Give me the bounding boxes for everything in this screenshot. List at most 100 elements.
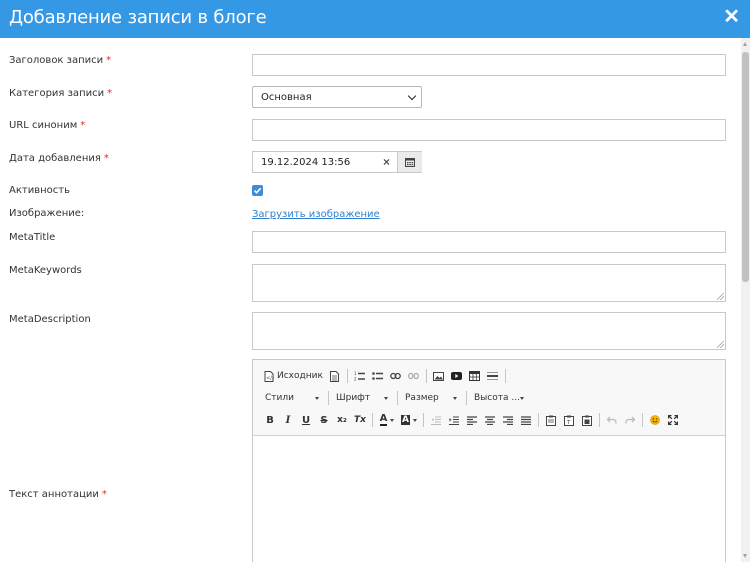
align-center-button[interactable] [481,411,499,429]
svg-text:2: 2 [354,377,357,382]
svg-text:</>: </> [266,375,274,381]
chevron-down-icon [384,397,388,400]
outdent-button[interactable] [427,411,445,429]
link-button[interactable] [387,367,405,385]
meta-description-textarea[interactable] [252,312,726,350]
dialog-body: Заголовок записи * Категория записи * Осно… [0,38,741,562]
date-field[interactable]: 19.12.2024 13:56 × [252,151,422,173]
url-label-text: URL синоним [9,120,78,131]
required-mark: * [107,88,113,99]
meta-title-input[interactable] [252,231,726,253]
annotation-label-text: Текст аннотации [9,489,99,500]
emoji-button[interactable] [646,411,664,429]
youtube-button[interactable] [448,367,466,385]
align-right-button[interactable] [499,411,517,429]
align-left-icon [467,415,477,425]
paste-word-button[interactable] [578,411,596,429]
toolbar-separator [346,369,348,383]
meta-keywords-textarea[interactable] [252,264,726,302]
size-label: Размер [405,393,439,403]
bullet-list-icon [372,372,384,380]
active-label: Активность [9,185,70,196]
required-mark: * [101,489,107,500]
toolbar-row-3: B I U S x₂ Tx A A T [261,411,682,429]
youtube-icon [451,372,463,380]
undo-button[interactable] [603,411,621,429]
horizontal-line-button[interactable] [484,367,502,385]
underline-button[interactable]: U [297,411,315,429]
line-height-combo[interactable]: Высота ... [470,389,530,407]
source-icon: </> [264,370,274,382]
clear-format-button[interactable]: Tx [351,411,369,429]
editor-content-area[interactable] [253,437,725,562]
strikethrough-button[interactable]: S [315,411,333,429]
size-combo[interactable]: Размер [401,389,463,407]
table-icon [469,371,481,381]
text-color-glyph: A [379,413,388,426]
meta-keywords-label: MetaKeywords [9,265,82,276]
preview-button[interactable] [326,367,344,385]
resize-handle[interactable] [717,293,724,300]
url-input[interactable] [252,119,726,141]
paste-text-icon: T [564,415,574,426]
close-icon[interactable]: ✕ [723,5,740,29]
active-checkbox[interactable] [252,185,263,196]
unlink-icon [408,372,420,380]
toolbar-separator [423,413,424,427]
annotation-label: Текст аннотации * [9,489,107,500]
table-button[interactable] [466,367,484,385]
url-label: URL синоним * [9,120,85,131]
category-label-text: Категория записи [9,88,105,99]
title-input[interactable] [252,54,726,76]
bullet-list-button[interactable] [369,367,387,385]
align-left-button[interactable] [463,411,481,429]
maximize-button[interactable] [664,411,682,429]
numbered-list-icon: 12 [354,371,366,382]
title-label: Заголовок записи * [9,55,111,66]
redo-icon [625,416,635,424]
image-button[interactable] [430,367,448,385]
redo-button[interactable] [621,411,639,429]
scroll-down-icon[interactable] [743,554,747,558]
scroll-up-icon[interactable] [743,42,747,46]
styles-combo[interactable]: Стили [261,389,325,407]
paste-text-button[interactable]: T [560,411,578,429]
source-button[interactable]: </> Исходник [261,367,326,385]
indent-icon [449,416,459,425]
toolbar-separator [599,413,600,427]
title-label-text: Заголовок записи [9,55,104,66]
numbered-list-button[interactable]: 12 [351,367,369,385]
required-mark: * [103,153,109,164]
meta-title-label: MetaTitle [9,232,56,243]
toolbar-separator [504,369,506,383]
bg-color-glyph: A [401,415,410,425]
subscript-button[interactable]: x₂ [333,411,351,429]
document-icon [330,370,340,382]
font-combo[interactable]: Шрифт [332,389,394,407]
paste-button[interactable] [542,411,560,429]
toolbar-separator [642,413,643,427]
calendar-button[interactable] [397,152,422,172]
bold-button[interactable]: B [261,411,279,429]
scrollbar-thumb[interactable] [742,52,749,282]
indent-button[interactable] [445,411,463,429]
date-label: Дата добавления * [9,153,109,164]
vertical-scrollbar[interactable] [741,38,750,562]
resize-handle[interactable] [717,341,724,348]
svg-text:T: T [566,420,571,426]
clear-icon[interactable]: × [383,155,390,169]
align-justify-button[interactable] [517,411,535,429]
background-color-button[interactable]: A [398,411,420,429]
unlink-button[interactable] [405,367,423,385]
undo-icon [607,416,617,424]
upload-image-link[interactable]: Загрузить изображение [252,209,380,220]
line-height-label: Высота ... [474,393,520,403]
italic-button[interactable]: I [279,411,297,429]
chevron-down-icon [453,397,457,400]
category-select[interactable]: Основная [252,86,422,108]
svg-text:1: 1 [354,371,357,376]
text-color-button[interactable]: A [376,411,398,429]
toolbar-row-2: Стили Шрифт Размер Высота ... [261,389,530,407]
category-label: Категория записи * [9,88,112,99]
check-icon [253,187,262,194]
